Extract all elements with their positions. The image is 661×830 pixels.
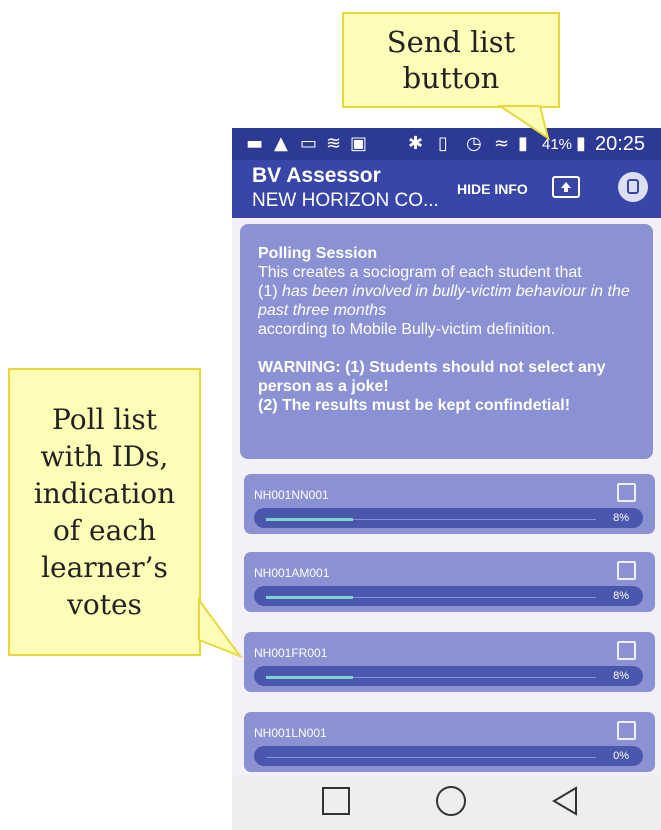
send-callout-pointer (496, 105, 550, 141)
callout-pointers (198, 105, 550, 659)
poll-callout-pointer (198, 596, 243, 659)
